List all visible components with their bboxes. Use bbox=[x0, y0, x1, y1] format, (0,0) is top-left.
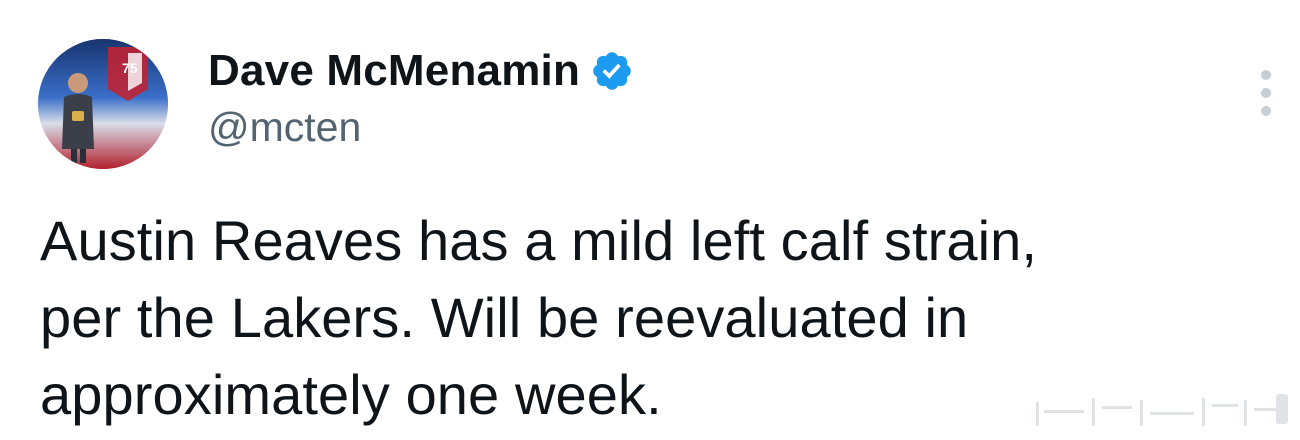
watermark-graphic bbox=[1030, 388, 1292, 432]
more-options-button[interactable] bbox=[1250, 64, 1282, 154]
vertical-ellipsis-icon bbox=[1261, 106, 1271, 116]
verified-badge-icon bbox=[590, 49, 634, 93]
author-display-name[interactable]: Dave McMenamin bbox=[208, 46, 580, 96]
name-row: Dave McMenamin bbox=[208, 40, 634, 102]
tweet-card: 75 Dave McMenamin @mcten Austin Reaves h… bbox=[0, 0, 1300, 440]
author-handle[interactable]: @mcten bbox=[208, 104, 634, 151]
author-header: Dave McMenamin @mcten bbox=[208, 40, 634, 151]
vertical-ellipsis-icon bbox=[1261, 88, 1271, 98]
person-avatar-icon: 75 bbox=[38, 39, 168, 169]
avatar-badge-text: 75 bbox=[122, 60, 138, 76]
author-avatar[interactable]: 75 bbox=[38, 39, 168, 169]
vertical-ellipsis-icon bbox=[1261, 70, 1271, 80]
